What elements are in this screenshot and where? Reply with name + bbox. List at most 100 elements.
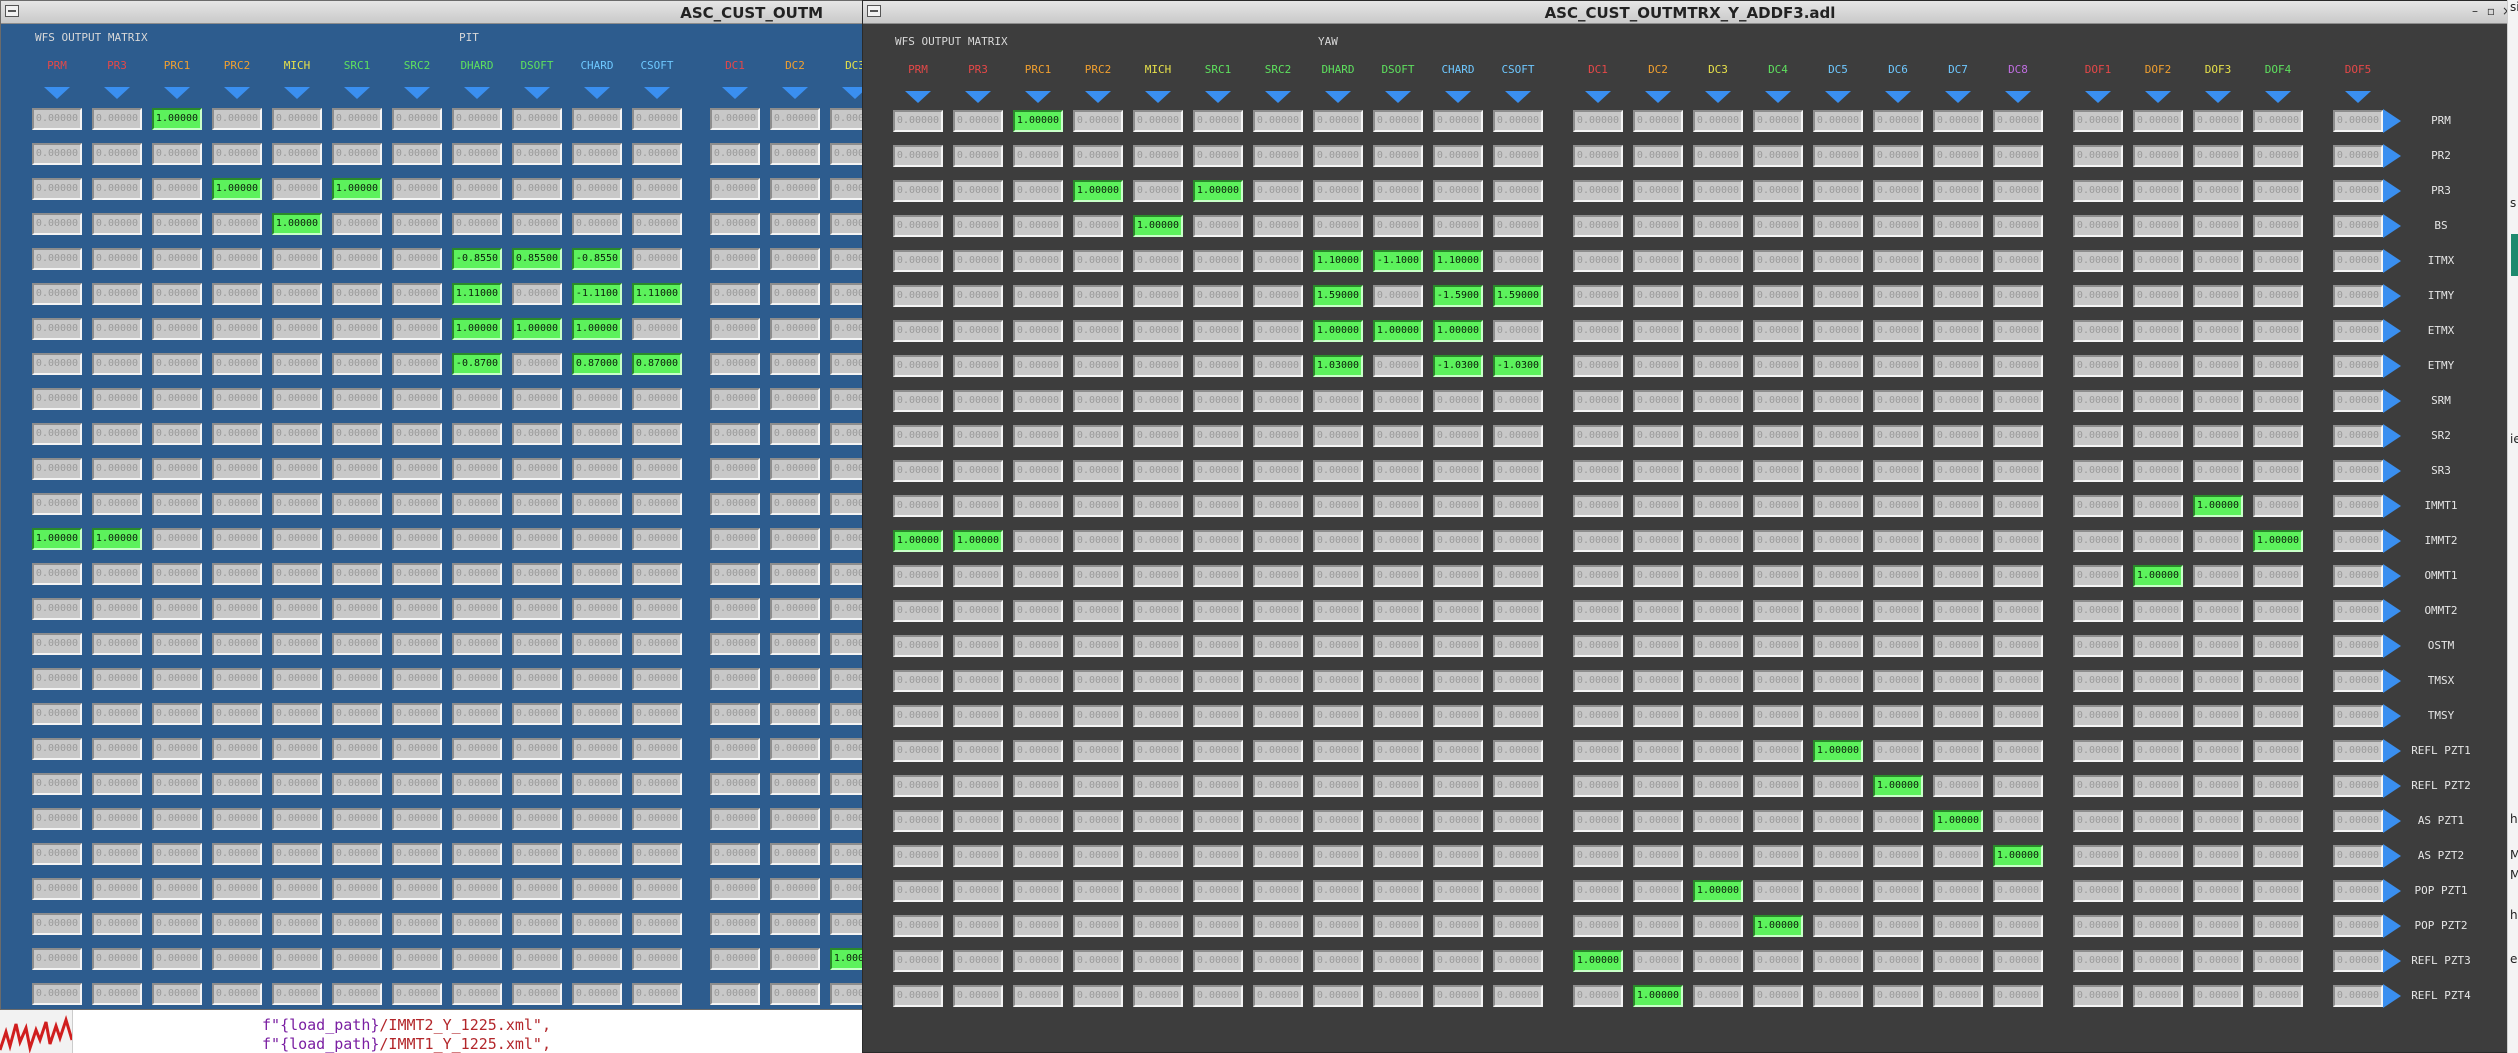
matrix-cell-input[interactable]: 0.00000 <box>710 283 760 305</box>
matrix-cell-input[interactable]: 0.00000 <box>452 178 502 200</box>
matrix-cell-input[interactable]: 0.00000 <box>632 773 682 795</box>
matrix-cell-input[interactable]: 0.00000 <box>1253 285 1303 307</box>
matrix-cell-input[interactable]: 0.00000 <box>1253 390 1303 412</box>
matrix-cell-input[interactable]: 1.00000 <box>212 178 262 200</box>
matrix-cell-input[interactable]: 0.00000 <box>632 668 682 690</box>
matrix-cell-input[interactable]: 0.00000 <box>2193 250 2243 272</box>
matrix-cell-input[interactable]: 0.00000 <box>1993 180 2043 202</box>
matrix-cell-input[interactable]: 0.00000 <box>953 355 1003 377</box>
row-menu-arrow-icon[interactable] <box>2383 739 2401 763</box>
matrix-cell-input[interactable]: 0.00000 <box>1693 460 1743 482</box>
matrix-cell-input[interactable]: 0.00000 <box>272 108 322 130</box>
matrix-cell-input[interactable]: 0.00000 <box>572 213 622 235</box>
matrix-cell-input[interactable]: 0.00000 <box>893 845 943 867</box>
matrix-cell-input[interactable]: 0.00000 <box>92 423 142 445</box>
matrix-cell-input[interactable]: 0.00000 <box>212 983 262 1005</box>
column-menu-arrow-icon[interactable] <box>1505 91 1531 103</box>
matrix-cell-input[interactable]: 0.00000 <box>830 598 863 620</box>
matrix-cell-input[interactable]: 0.00000 <box>2073 810 2123 832</box>
matrix-cell-input[interactable]: 0.00000 <box>1573 355 1623 377</box>
matrix-cell-input[interactable]: 0.00000 <box>1813 915 1863 937</box>
matrix-cell-input[interactable]: 0.00000 <box>1633 810 1683 832</box>
matrix-cell-input[interactable]: 0.00000 <box>332 528 382 550</box>
matrix-cell-input[interactable]: 0.00000 <box>572 773 622 795</box>
matrix-cell-input[interactable]: 0.00000 <box>212 248 262 270</box>
matrix-cell-input[interactable]: 0.00000 <box>1373 355 1423 377</box>
matrix-cell-input[interactable]: 0.00000 <box>2073 320 2123 342</box>
matrix-cell-input[interactable]: 0.00000 <box>770 143 820 165</box>
matrix-cell-input[interactable]: 0.00000 <box>332 353 382 375</box>
matrix-cell-input[interactable]: 0.00000 <box>152 248 202 270</box>
matrix-cell-input[interactable]: 0.00000 <box>1313 915 1363 937</box>
matrix-cell-input[interactable]: 0.00000 <box>212 353 262 375</box>
matrix-cell-input[interactable]: 0.00000 <box>2193 390 2243 412</box>
matrix-cell-input[interactable]: 0.00000 <box>1993 460 2043 482</box>
matrix-cell-input[interactable]: 0.00000 <box>1933 390 1983 412</box>
matrix-cell-input[interactable]: 0.00000 <box>770 633 820 655</box>
matrix-cell-input[interactable]: 1.00000 <box>1993 845 2043 867</box>
matrix-cell-input[interactable]: 0.00000 <box>152 563 202 585</box>
matrix-cell-input[interactable]: 0.00000 <box>1633 845 1683 867</box>
matrix-cell-input[interactable]: 0.00000 <box>92 773 142 795</box>
matrix-cell-input[interactable]: 0.00000 <box>953 985 1003 1007</box>
matrix-cell-input[interactable]: 0.00000 <box>1813 460 1863 482</box>
matrix-cell-input[interactable]: 0.00000 <box>2133 495 2183 517</box>
matrix-cell-input[interactable]: 0.00000 <box>632 213 682 235</box>
matrix-cell-input[interactable]: 0.00000 <box>572 108 622 130</box>
row-menu-arrow-icon[interactable] <box>2383 109 2401 133</box>
matrix-cell-input[interactable]: 0.00000 <box>152 213 202 235</box>
matrix-cell-input[interactable]: 0.00000 <box>953 600 1003 622</box>
matrix-cell-input[interactable]: 0.00000 <box>1993 775 2043 797</box>
matrix-cell-input[interactable]: 0.00000 <box>893 775 943 797</box>
matrix-cell-input[interactable]: 0.00000 <box>1813 775 1863 797</box>
matrix-cell-input[interactable]: 0.00000 <box>1813 950 1863 972</box>
matrix-cell-input[interactable]: 0.00000 <box>2193 110 2243 132</box>
matrix-cell-input[interactable]: 0.00000 <box>1693 320 1743 342</box>
column-menu-arrow-icon[interactable] <box>1205 91 1231 103</box>
matrix-cell-input[interactable]: 0.00000 <box>1013 215 1063 237</box>
matrix-cell-input[interactable]: 0.00000 <box>1193 705 1243 727</box>
matrix-cell-input[interactable]: 0.00000 <box>2133 320 2183 342</box>
matrix-cell-input[interactable]: 0.00000 <box>1193 880 1243 902</box>
matrix-cell-input[interactable]: 0.00000 <box>1573 810 1623 832</box>
matrix-cell-input[interactable]: 0.00000 <box>1373 530 1423 552</box>
matrix-cell-input[interactable]: 0.00000 <box>2333 145 2383 167</box>
column-menu-arrow-icon[interactable] <box>1585 91 1611 103</box>
matrix-cell-input[interactable]: 0.00000 <box>1373 950 1423 972</box>
matrix-cell-input[interactable]: 0.00000 <box>1073 635 1123 657</box>
matrix-cell-input[interactable]: 0.00000 <box>2253 880 2303 902</box>
matrix-cell-input[interactable]: 0.00000 <box>32 563 82 585</box>
matrix-cell-input[interactable]: 0.00000 <box>1433 565 1483 587</box>
matrix-cell-input[interactable]: 0.00000 <box>1633 705 1683 727</box>
maximize-icon[interactable]: ▫ <box>2485 4 2497 18</box>
matrix-cell-input[interactable]: 0.00000 <box>512 703 562 725</box>
matrix-cell-input[interactable]: 0.00000 <box>1073 110 1123 132</box>
matrix-cell-input[interactable]: 0.00000 <box>1373 670 1423 692</box>
matrix-cell-input[interactable]: 0.00000 <box>2193 880 2243 902</box>
matrix-cell-input[interactable]: 0.00000 <box>212 458 262 480</box>
matrix-cell-input[interactable]: 0.00000 <box>1313 530 1363 552</box>
matrix-cell-input[interactable]: 0.00000 <box>1753 985 1803 1007</box>
matrix-cell-input[interactable]: 0.00000 <box>1313 845 1363 867</box>
matrix-cell-input[interactable]: 0.00000 <box>212 948 262 970</box>
matrix-cell-input[interactable]: 0.00000 <box>1253 845 1303 867</box>
matrix-cell-input[interactable]: 0.00000 <box>1073 775 1123 797</box>
matrix-cell-input[interactable]: 0.00000 <box>272 913 322 935</box>
matrix-cell-input[interactable]: 0.00000 <box>1633 425 1683 447</box>
matrix-cell-input[interactable]: 0.00000 <box>1073 950 1123 972</box>
matrix-cell-input[interactable]: 0.00000 <box>1753 530 1803 552</box>
matrix-cell-input[interactable]: 0.00000 <box>2133 950 2183 972</box>
matrix-cell-input[interactable]: 0.00000 <box>1013 250 1063 272</box>
matrix-cell-input[interactable]: 0.00000 <box>893 915 943 937</box>
column-menu-arrow-icon[interactable] <box>104 87 130 99</box>
matrix-cell-input[interactable]: 1.00000 <box>1373 320 1423 342</box>
matrix-cell-input[interactable]: 0.00000 <box>572 178 622 200</box>
matrix-cell-input[interactable]: 0.00000 <box>152 633 202 655</box>
matrix-cell-input[interactable]: 0.00000 <box>1193 425 1243 447</box>
matrix-cell-input[interactable]: 0.00000 <box>1133 530 1183 552</box>
matrix-cell-input[interactable]: 0.00000 <box>1693 985 1743 1007</box>
matrix-cell-input[interactable]: 0.00000 <box>1933 915 1983 937</box>
matrix-cell-input[interactable]: 0.00000 <box>92 283 142 305</box>
matrix-cell-input[interactable]: 0.00000 <box>1253 810 1303 832</box>
matrix-cell-input[interactable]: 0.00000 <box>1753 600 1803 622</box>
